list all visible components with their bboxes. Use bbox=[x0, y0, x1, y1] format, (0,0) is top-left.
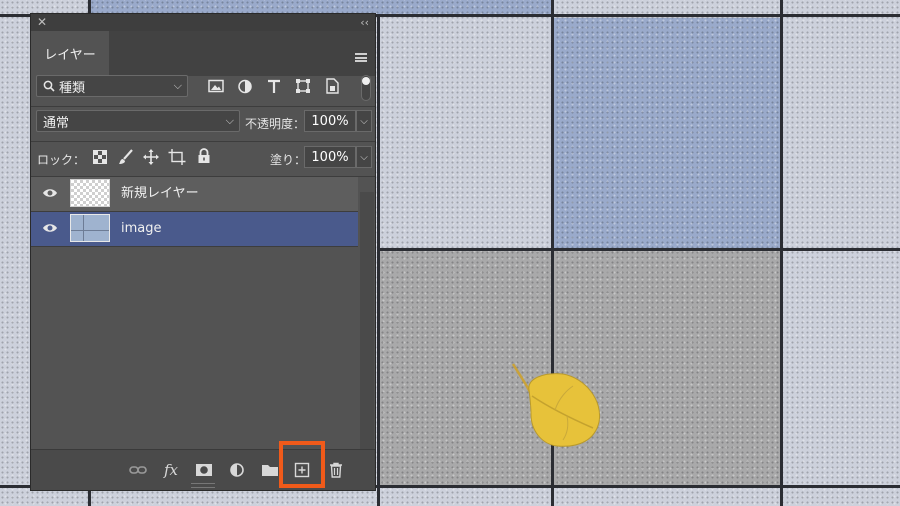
delete-layer-icon[interactable] bbox=[327, 462, 345, 478]
chevron-down-icon: ⌵ bbox=[225, 114, 234, 127]
blend-mode-dropdown[interactable]: 通常 ⌵ bbox=[36, 110, 240, 132]
tab-layers-label: レイヤー bbox=[44, 48, 96, 63]
panel-menu-icon[interactable] bbox=[355, 53, 367, 62]
opacity-value: 100% bbox=[311, 113, 349, 129]
opacity-input[interactable]: 100% bbox=[304, 110, 356, 132]
yellow-leaf bbox=[511, 363, 601, 447]
lock-transparent-pixels-icon[interactable] bbox=[91, 150, 109, 164]
panel-tabbar: レイヤー bbox=[31, 31, 375, 76]
close-icon[interactable]: ✕ bbox=[37, 14, 47, 31]
opacity-chevron-down-icon[interactable]: ⌵ bbox=[356, 110, 372, 132]
adjustment-filter-icon[interactable] bbox=[236, 79, 254, 94]
lock-position-move-icon[interactable] bbox=[142, 149, 160, 165]
fill-chevron-down-icon[interactable]: ⌵ bbox=[356, 146, 372, 168]
layer-name: image bbox=[121, 221, 162, 236]
filter-kind-dropdown[interactable]: 種類 ⌵ bbox=[36, 75, 188, 97]
shape-filter-icon[interactable] bbox=[294, 78, 312, 94]
new-layer-icon[interactable] bbox=[293, 462, 311, 478]
lock-artboard-icon[interactable] bbox=[168, 149, 186, 165]
divider bbox=[31, 141, 375, 142]
opacity-label: 不透明度： bbox=[245, 117, 306, 131]
fill-label: 塗り： bbox=[270, 153, 307, 167]
link-layers-icon[interactable] bbox=[129, 462, 147, 478]
layer-thumbnail-transparent bbox=[70, 179, 110, 207]
image-filter-icon[interactable] bbox=[207, 79, 225, 93]
lock-image-pixels-brush-icon[interactable] bbox=[117, 149, 135, 165]
adjustment-layer-icon[interactable] bbox=[228, 462, 246, 478]
divider bbox=[31, 246, 358, 247]
lock-all-icon[interactable] bbox=[195, 148, 213, 164]
panel-titlebar: ✕ ‹‹ bbox=[31, 14, 375, 31]
blend-mode-label: 通常 bbox=[43, 115, 70, 131]
layer-row-new-layer[interactable]: 新規レイヤー bbox=[31, 177, 358, 211]
collapse-icon[interactable]: ‹‹ bbox=[360, 14, 369, 31]
layer-thumbnail-image bbox=[70, 214, 110, 242]
new-group-icon[interactable] bbox=[261, 462, 279, 478]
divider bbox=[31, 106, 375, 107]
eye-icon[interactable] bbox=[42, 187, 58, 199]
eye-icon[interactable] bbox=[42, 222, 58, 234]
fill-input[interactable]: 100% bbox=[304, 146, 356, 168]
add-mask-icon[interactable] bbox=[195, 462, 213, 478]
layers-footer: fx bbox=[31, 449, 375, 490]
resize-grip[interactable] bbox=[191, 483, 215, 488]
layers-scrollbar[interactable] bbox=[360, 192, 374, 462]
filter-toggle-switch[interactable] bbox=[361, 75, 371, 101]
type-filter-icon[interactable] bbox=[265, 79, 283, 94]
fill-value: 100% bbox=[311, 149, 349, 165]
tab-layers[interactable]: レイヤー bbox=[31, 31, 109, 76]
layers-panel: ✕ ‹‹ レイヤー 種類 ⌵ 通常 ⌵ 不透明度： 100% ⌵ ロック： 塗り… bbox=[30, 13, 376, 491]
layer-row-image[interactable]: image bbox=[31, 212, 358, 246]
layer-name: 新規レイヤー bbox=[121, 186, 199, 201]
smart-object-filter-icon[interactable] bbox=[323, 78, 341, 94]
fx-icon[interactable]: fx bbox=[162, 462, 180, 478]
lock-label: ロック： bbox=[37, 153, 86, 167]
filter-kind-label: 種類 bbox=[59, 80, 86, 96]
chevron-down-icon: ⌵ bbox=[173, 79, 182, 92]
search-icon bbox=[43, 80, 55, 92]
